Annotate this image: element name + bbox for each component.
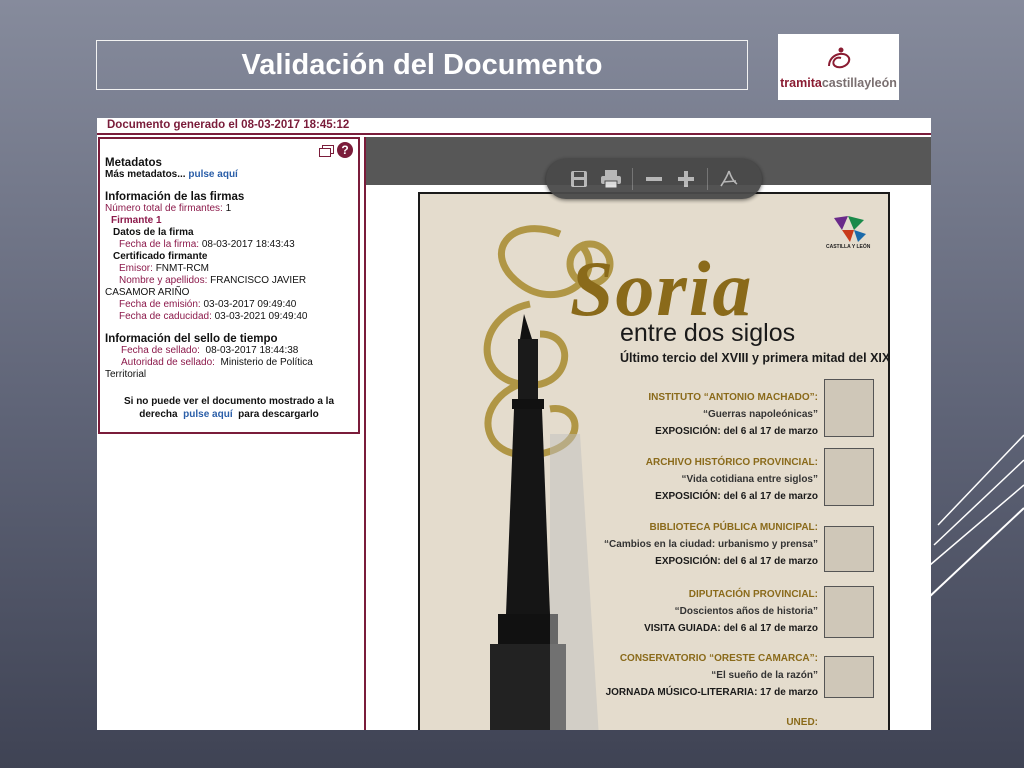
zoom-in-icon[interactable] <box>675 168 697 190</box>
building-thumbnail <box>824 448 874 506</box>
event-item: DIPUTACIÓN PROVINCIAL: “Doscientos años … <box>644 589 818 634</box>
help-icon[interactable]: ? <box>337 142 353 158</box>
print-icon[interactable] <box>600 168 622 190</box>
timestamp-title: Información del sello de tiempo <box>105 333 278 345</box>
event-item: BIBLIOTECA PÚBLICA MUNICIPAL: “Cambios e… <box>604 522 818 567</box>
metadata-link[interactable]: pulse aquí <box>188 169 237 180</box>
issue-date: Fecha de emisión: 03-03-2017 09:49:40 <box>119 299 297 310</box>
more-metadata-line: Más metadatos... pulse aquí <box>105 169 238 180</box>
signer-name-cont: CASAMOR ARIÑO <box>105 287 190 298</box>
acrobat-icon[interactable] <box>718 168 740 190</box>
total-signers: Número total de firmantes: 1 <box>105 203 232 214</box>
expiry-date: Fecha de caducidad: 03-03-2021 09:49:40 <box>119 311 308 322</box>
tramita-logo: tramitacastillayleón <box>778 34 899 100</box>
metadata-title: Metadatos <box>105 157 162 169</box>
toolbar-separator <box>707 168 708 190</box>
toolbar-separator <box>632 168 633 190</box>
signer-label: Firmante 1 <box>111 215 162 226</box>
building-thumbnail <box>824 526 874 572</box>
signatures-title: Información de las firmas <box>105 191 245 203</box>
generated-header: Documento generado el 08-03-2017 18:45:1… <box>97 118 931 135</box>
event-item: CONSERVATORIO “ORESTE CAMARCA”: “El sueñ… <box>605 653 818 698</box>
slide-title: Validación del Documento <box>96 40 748 90</box>
panel-icons: ? <box>319 142 353 158</box>
document-page: CASTILLA Y LEÓN Soria entre dos siglos Ú… <box>418 192 890 730</box>
logo-mark-icon <box>827 47 850 69</box>
castilla-leon-logo-text: CASTILLA Y LEÓN <box>826 244 871 250</box>
poster-subtitle-2: Último tercio del XVIII y primera mitad … <box>620 351 890 365</box>
decorative-lines <box>928 434 1024 599</box>
new-window-icon[interactable] <box>319 144 334 157</box>
stamp-authority-cont: Territorial <box>105 369 147 380</box>
zoom-out-icon[interactable] <box>643 168 665 190</box>
event-item: ARCHIVO HISTÓRICO PROVINCIAL: “Vida coti… <box>645 457 818 502</box>
pdf-toolbar <box>546 159 762 199</box>
signature-info-panel: ? Metadatos Más metadatos... pulse aquí … <box>98 137 360 434</box>
stamp-date: Fecha de sellado: 08-03-2017 18:44:38 <box>121 345 299 356</box>
download-link[interactable]: pulse aquí <box>183 409 232 420</box>
save-icon[interactable] <box>568 168 590 190</box>
document-viewer-screen: Documento generado el 08-03-2017 18:45:1… <box>97 118 931 730</box>
building-thumbnail <box>824 379 874 437</box>
event-item: UNED: <box>786 717 818 728</box>
signature-data-title: Datos de la firma <box>113 227 194 238</box>
download-note: Si no puede ver el documento mostrado a … <box>123 396 335 420</box>
poster-subtitle: entre dos siglos <box>620 319 796 347</box>
logo-text: tramitacastillayleón <box>780 76 897 90</box>
building-thumbnail <box>824 586 874 638</box>
pdf-viewer: CASTILLA Y LEÓN Soria entre dos siglos Ú… <box>364 137 931 730</box>
signer-name: Nombre y apellidos: FRANCISCO JAVIER <box>119 275 307 286</box>
signature-date: Fecha de la firma: 08-03-2017 18:43:43 <box>119 239 295 250</box>
stamp-authority: Autoridad de sellado: Ministerio de Polí… <box>121 357 313 368</box>
building-thumbnail <box>824 656 874 698</box>
certificate-title: Certificado firmante <box>113 251 208 262</box>
issuer: Emisor: FNMT-RCM <box>119 263 210 274</box>
event-item: INSTITUTO “ANTONIO MACHADO”: “Guerras na… <box>648 392 818 437</box>
